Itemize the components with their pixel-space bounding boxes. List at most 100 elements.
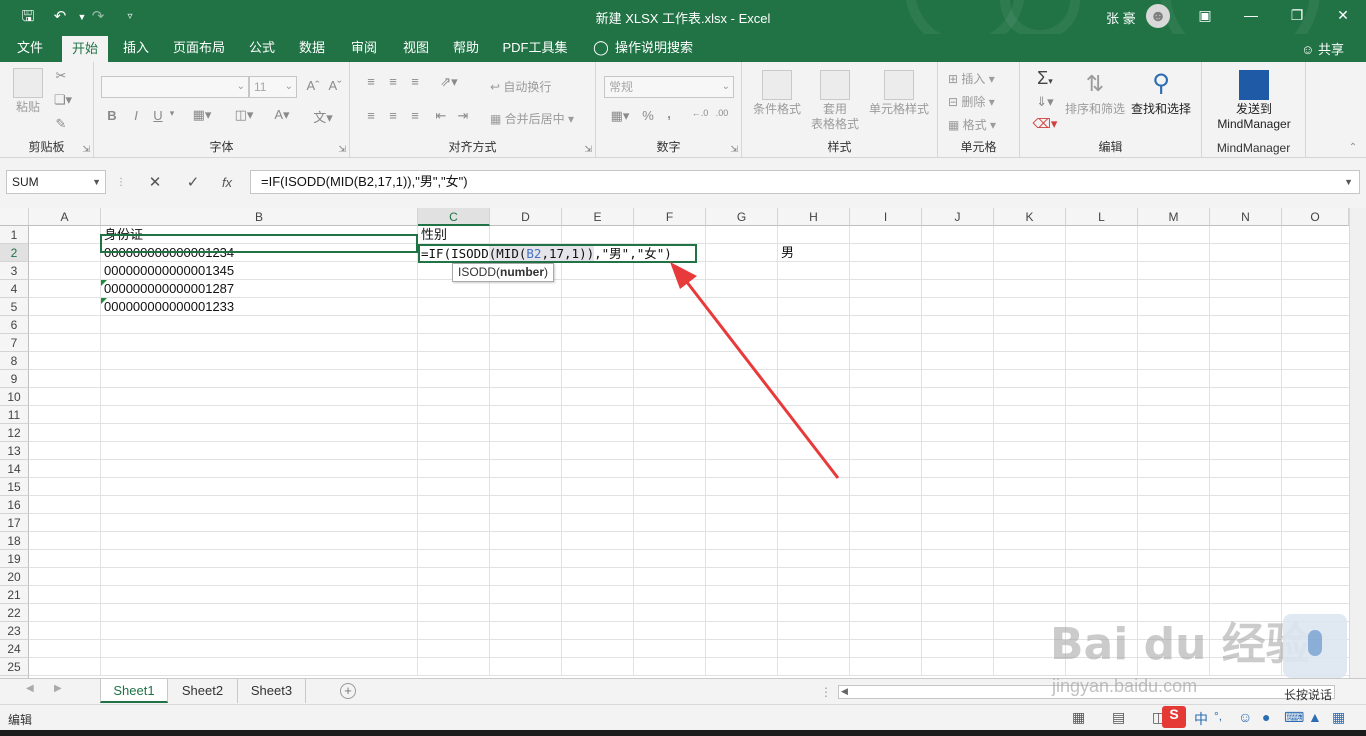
row-header[interactable]: 1 (0, 226, 29, 244)
row-header[interactable]: 11 (0, 406, 29, 424)
ime-punct-icon[interactable]: °, (1214, 709, 1222, 723)
borders-icon[interactable]: ▦▾ (190, 107, 214, 123)
column-header[interactable]: M (1138, 208, 1210, 226)
number-format-select[interactable]: 常规 ⌄ (604, 76, 734, 98)
bold-button[interactable]: B (104, 108, 120, 123)
number-launcher-icon[interactable]: ⇲ (730, 144, 738, 155)
emoji-icon[interactable]: ☺ (1238, 709, 1252, 725)
alignment-launcher-icon[interactable]: ⇲ (584, 144, 592, 155)
skin-icon[interactable]: ▲ (1308, 709, 1322, 725)
cell-styles-button[interactable]: 单元格样式 (866, 70, 932, 117)
fill-color-icon[interactable]: ◫▾ (232, 107, 256, 123)
tab-review[interactable]: 审阅 (344, 34, 384, 62)
enter-icon[interactable]: ✓ (182, 172, 204, 194)
cell-b3[interactable]: 000000000000001345 (101, 262, 234, 280)
column-header[interactable]: G (706, 208, 778, 226)
column-header[interactable]: K (994, 208, 1066, 226)
row-header[interactable]: 10 (0, 388, 29, 406)
ime-logo-icon[interactable]: S (1162, 706, 1186, 728)
merge-center-button[interactable]: ▦ 合并后居中 ▾ (490, 110, 574, 127)
collapse-ribbon-icon[interactable]: ⌃ (1346, 142, 1360, 153)
font-color-icon[interactable]: A▾ (270, 107, 294, 123)
tab-insert[interactable]: 插入 (116, 34, 156, 62)
comma-button[interactable]: , (662, 106, 676, 121)
add-sheet-icon[interactable]: + (340, 683, 356, 699)
column-header[interactable]: L (1066, 208, 1138, 226)
normal-view-icon[interactable]: ▦ (1072, 709, 1085, 726)
column-header[interactable]: B (101, 208, 418, 226)
tell-me-search[interactable]: 操作说明搜索 (614, 34, 694, 62)
row-header[interactable]: 25 (0, 658, 29, 676)
find-select-button[interactable]: ⚲ 查找和选择 (1128, 70, 1194, 117)
row-header[interactable]: 18 (0, 532, 29, 550)
align-middle-icon[interactable]: ≡ (384, 74, 402, 89)
scroll-left-icon[interactable]: ◀ (841, 686, 848, 697)
cut-icon[interactable]: ✂ (52, 68, 70, 84)
cell-b4[interactable]: 000000000000001287 (101, 280, 234, 298)
decrease-decimal-icon[interactable]: .00 (712, 108, 732, 118)
page-layout-view-icon[interactable]: ▤ (1112, 709, 1125, 726)
row-header[interactable]: 23 (0, 622, 29, 640)
prev-sheet-icon[interactable]: ◀ (26, 683, 34, 694)
row-header[interactable]: 2 (0, 244, 29, 262)
clear-icon[interactable]: ⌫▾ (1030, 116, 1060, 132)
row-header[interactable]: 19 (0, 550, 29, 568)
keyboard-icon[interactable]: ⌨ (1284, 709, 1304, 726)
row-header[interactable]: 7 (0, 334, 29, 352)
tab-data[interactable]: 数据 (292, 34, 332, 62)
cancel-icon[interactable]: ✕ (144, 172, 166, 194)
autosum-icon[interactable]: Σ▾ (1030, 68, 1060, 89)
insert-function-button[interactable]: fx (216, 172, 238, 194)
row-header[interactable]: 14 (0, 460, 29, 478)
align-bottom-icon[interactable]: ≡ (406, 74, 424, 89)
column-header[interactable]: C (418, 208, 490, 226)
chevron-down-icon[interactable]: ▾ (166, 108, 178, 119)
cell-editor-c2[interactable]: =IF(ISODD(MID(B2,17,1)),"男","女") (418, 244, 697, 263)
column-header[interactable]: J (922, 208, 994, 226)
decrease-font-icon[interactable]: Aˇ (325, 78, 345, 93)
sheet-tab-3[interactable]: Sheet3 (238, 679, 306, 703)
phonetic-icon[interactable]: 文▾ (310, 107, 336, 126)
align-center-icon[interactable]: ≡ (384, 108, 402, 123)
align-left-icon[interactable]: ≡ (362, 108, 380, 123)
tab-view[interactable]: 视图 (396, 34, 436, 62)
close-icon[interactable]: ✕ (1320, 0, 1366, 30)
cell-c1[interactable]: 性别 (418, 226, 447, 244)
tab-home[interactable]: 开始 (62, 36, 108, 62)
format-painter-icon[interactable]: ✎ (52, 116, 70, 132)
row-header[interactable]: 15 (0, 478, 29, 496)
underline-button[interactable]: U (150, 108, 166, 123)
decrease-indent-icon[interactable]: ⇤ (432, 108, 450, 124)
cell-b5[interactable]: 000000000000001233 (101, 298, 234, 316)
cell-h2[interactable]: 男 (778, 244, 794, 262)
row-header[interactable]: 21 (0, 586, 29, 604)
row-header[interactable]: 22 (0, 604, 29, 622)
clipboard-launcher-icon[interactable]: ⇲ (82, 144, 90, 155)
row-header[interactable]: 4 (0, 280, 29, 298)
percent-button[interactable]: % (640, 108, 656, 123)
font-size-select[interactable]: 11 ⌄ (249, 76, 297, 98)
paste-button[interactable]: 粘贴 (10, 68, 46, 115)
format-cells-button[interactable]: ▦ 格式 ▾ (948, 116, 996, 133)
insert-cells-button[interactable]: ⊞ 插入 ▾ (948, 70, 995, 87)
column-header[interactable]: I (850, 208, 922, 226)
tab-pdf-tools[interactable]: PDF工具集 (500, 34, 570, 62)
row-header[interactable]: 13 (0, 442, 29, 460)
mic-icon[interactable]: ● (1262, 709, 1270, 725)
align-right-icon[interactable]: ≡ (406, 108, 424, 123)
row-header[interactable]: 20 (0, 568, 29, 586)
font-name-select[interactable]: ⌄ (101, 76, 249, 98)
column-header[interactable]: D (490, 208, 562, 226)
tab-page-layout[interactable]: 页面布局 (166, 34, 232, 62)
row-header[interactable]: 9 (0, 370, 29, 388)
column-header[interactable]: A (29, 208, 101, 226)
lightbulb-icon[interactable]: ◯ (590, 34, 612, 62)
sort-filter-button[interactable]: ⇅ 排序和筛选 (1064, 70, 1126, 117)
copy-icon[interactable]: ❏▾ (52, 92, 74, 108)
tab-split-handle-icon[interactable]: ⋮ (820, 685, 832, 699)
ribbon-display-icon[interactable]: ▣ (1182, 0, 1228, 30)
accounting-icon[interactable]: ▦▾ (606, 108, 634, 124)
formula-input[interactable]: =IF(ISODD(MID(B2,17,1)),"男","女") ▼ (250, 170, 1360, 194)
column-header[interactable]: O (1282, 208, 1349, 226)
minimize-icon[interactable]: — (1228, 0, 1274, 30)
